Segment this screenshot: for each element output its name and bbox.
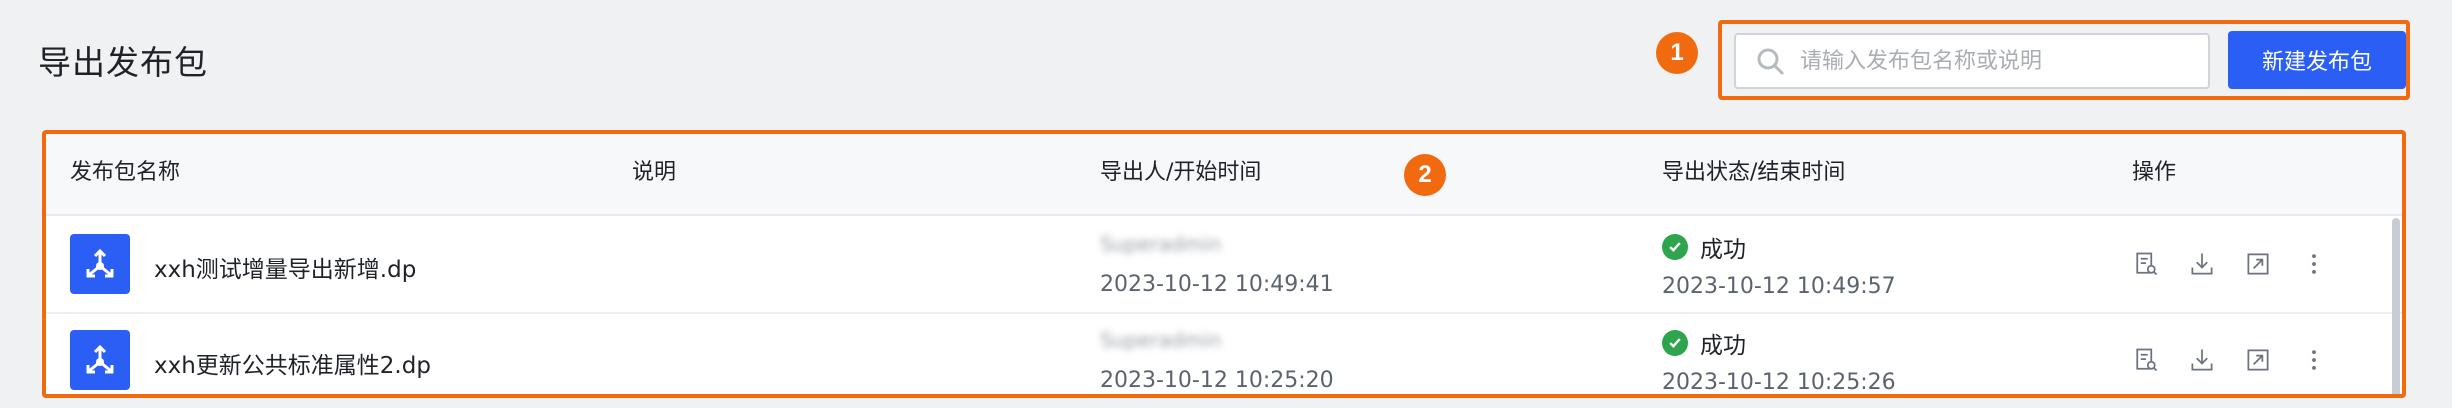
annotation-marker-1: 1 (1656, 32, 1698, 74)
annotation-marker-2: 2 (1404, 154, 1446, 196)
search-icon (1757, 48, 1784, 75)
new-package-button[interactable]: 新建发布包 (2228, 31, 2406, 89)
search-box[interactable] (1734, 33, 2210, 89)
search-input[interactable] (1800, 48, 2200, 74)
table-highlight-frame (42, 130, 2406, 398)
page-title: 导出发布包 (38, 43, 208, 82)
